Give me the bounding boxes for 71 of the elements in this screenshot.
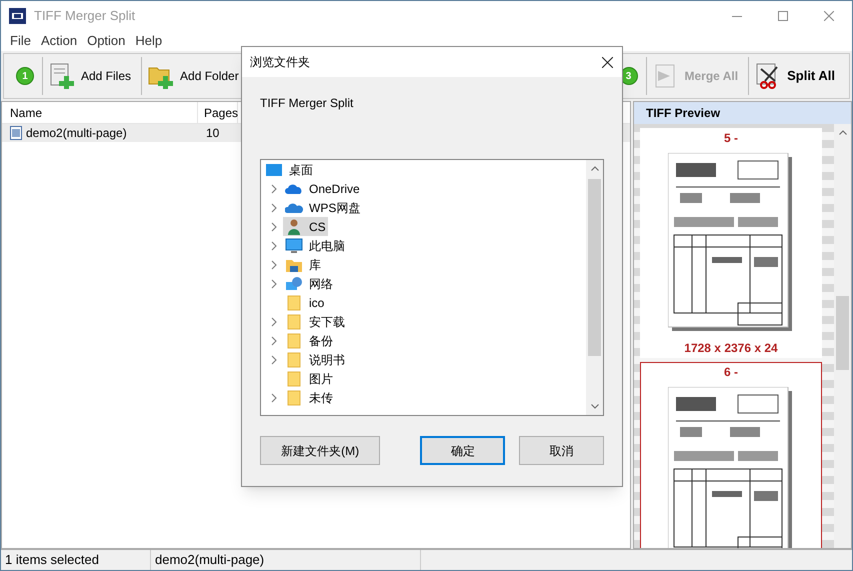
scrollbar-thumb[interactable] [588,179,601,356]
folder-tree-item[interactable]: 备份 [283,331,335,350]
folder-icon [287,294,301,310]
folder-icon [287,352,301,368]
folder-icon [287,314,301,330]
cloud-icon [285,202,303,214]
library-folder-icon [286,258,302,272]
chevron-right-icon[interactable] [271,354,277,364]
file-name: demo2(multi-page) [26,125,127,142]
chevron-right-icon[interactable] [271,222,277,232]
scroll-down-icon[interactable] [590,404,598,409]
user-icon [287,218,301,234]
chevron-right-icon[interactable] [271,260,277,270]
folder-icon [287,370,301,386]
dialog-button[interactable]: 新建文件夹(M) [260,436,380,465]
menu-item[interactable]: File [5,31,36,51]
folder-tree-item[interactable]: 说明书 [283,350,347,369]
folder-tree-item[interactable]: OneDrive [283,179,362,198]
folder-tree-item[interactable]: 网络 [283,274,335,293]
dialog-button[interactable]: 取消 [519,436,604,465]
folder-tree-item[interactable]: 未传 [283,388,335,407]
folder-tree-item[interactable]: 安下载 [283,312,347,331]
folder-icon [287,332,301,348]
column-header[interactable]: Pages [198,102,238,123]
network-icon [285,276,303,292]
scroll-up-icon[interactable] [590,166,598,171]
folder-tree-item[interactable]: 此电脑 [283,236,347,255]
chevron-right-icon[interactable] [271,240,277,250]
desktop-icon [266,162,282,176]
chevron-right-icon[interactable] [271,202,277,212]
cloud-icon [285,182,303,194]
menu-item[interactable]: Help [130,31,168,51]
folder-tree-item[interactable]: CS [283,217,328,236]
folder-tree-item[interactable]: 库 [283,255,323,274]
scrollbar-thumb[interactable] [836,296,849,370]
chevron-right-icon[interactable] [271,392,277,402]
preview-page-card[interactable]: 5 - 1728 x 2376 x 24 [640,128,822,358]
preview-page-card[interactable]: 6 - [640,362,822,548]
folder-tree-item[interactable]: 图片 [283,369,335,388]
chevron-right-icon[interactable] [271,278,277,288]
scrollbar[interactable] [834,124,851,548]
menu-item[interactable]: Option [82,31,130,51]
menu-item[interactable]: Action [36,31,82,51]
document-plus-icon [49,63,75,89]
folder-tree-item[interactable]: 桌面 [263,160,315,179]
folder-tree-item[interactable]: WPS网盘 [283,198,362,217]
scrollbar[interactable] [586,160,603,415]
window-title: TIFF Merger Split [34,7,136,26]
app-logo-icon [9,8,26,24]
scroll-up-icon[interactable] [838,130,846,135]
chevron-right-icon[interactable] [271,316,277,326]
folder-tree-item[interactable]: ico [283,293,326,312]
chevron-right-icon[interactable] [271,184,277,194]
page-count: 10 [205,125,220,142]
page-label: 5 - [724,130,738,147]
step-number-icon: 1 [16,67,34,85]
folder-icon [287,390,301,406]
dialog-button[interactable]: 确定 [420,436,506,465]
document-icon [10,126,22,140]
chevron-right-icon[interactable] [271,336,277,346]
status-text: demo2(multi-page) [151,550,421,570]
dialog-title: 浏览文件夹 [250,54,310,71]
dialog-description: TIFF Merger Split [260,95,354,112]
status-text: 1 items selected [1,550,151,570]
page-label: 6 - [724,364,738,381]
page-dimensions: 1728 x 2376 x 24 [684,340,778,357]
toolbar-button[interactable]: Split All [748,57,841,95]
column-header[interactable]: Name [2,102,198,123]
monitor-icon [285,238,303,254]
toolbar-button[interactable]: Add Files [42,57,138,95]
preview-header: TIFF Preview [634,102,851,124]
